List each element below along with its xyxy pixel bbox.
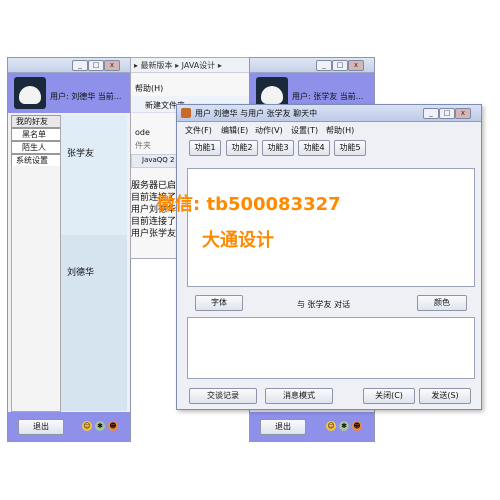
face-icon: ☻ [352, 421, 362, 431]
friend-list: 张学友 刘德华 [60, 115, 127, 411]
user-label: 用户: 张学友 当前... [292, 92, 364, 101]
smile-icon: ☺ [326, 421, 336, 431]
second-bottom-bar: 退出 ☺ ✱ ☻ [250, 412, 374, 441]
chat-title: 用户 刘德华 与用户 张学友 聊天中 [195, 109, 318, 118]
close-button[interactable]: x [348, 60, 364, 71]
menu-bar: 文件(F) 编辑(E) 动作(V) 设置(T) 帮助(H) [185, 125, 475, 136]
message-input[interactable] [187, 317, 475, 379]
close-chat-button[interactable]: 关闭(C) [363, 388, 415, 404]
close-button[interactable]: x [104, 60, 120, 71]
user-label: 用户: 刘德华 当前... [50, 92, 122, 101]
menu-settings[interactable]: 设置(T) [291, 125, 318, 136]
breadcrumb[interactable]: ▸ 最新版本 ▸ JAVA设计 ▸ [134, 60, 222, 71]
exit-button[interactable]: 退出 [18, 419, 64, 435]
column-header: ode [135, 128, 150, 137]
minimize-button[interactable]: _ [72, 60, 88, 71]
exit-button[interactable]: 退出 [260, 419, 306, 435]
friend-item[interactable]: 刘德华 [67, 265, 94, 278]
tab-label: 系统设置 [16, 156, 48, 165]
breadcrumb-bar: ▸ 最新版本 ▸ JAVA设计 ▸ [131, 58, 249, 73]
function-1-button[interactable]: 功能1 [189, 140, 221, 156]
login-header: 用户: 刘德华 当前... [8, 73, 130, 113]
avatar [14, 77, 46, 109]
login-window: _ □ x 用户: 刘德华 当前... 我的好友 黑名单 陌生人 系统设置 张学… [7, 57, 131, 442]
font-button[interactable]: 字体 [195, 295, 243, 311]
tools-icon: ✱ [95, 421, 105, 431]
console-tab-label: JavaQQ 2 [142, 156, 175, 164]
left-panel [11, 166, 61, 412]
menu-file[interactable]: 文件(F) [185, 125, 212, 136]
maximize-button[interactable]: □ [332, 60, 348, 71]
send-button[interactable]: 发送(S) [419, 388, 471, 404]
menu-action[interactable]: 动作(V) [255, 125, 283, 136]
friend-item[interactable]: 张学友 [67, 146, 94, 159]
menu-edit[interactable]: 编辑(E) [221, 125, 248, 136]
friend-item-highlight [61, 115, 127, 235]
tab-strangers[interactable]: 陌生人 [11, 141, 61, 154]
java-icon [181, 108, 191, 118]
smile-icon: ☺ [82, 421, 92, 431]
function-4-button[interactable]: 功能4 [298, 140, 330, 156]
file-type: 件夹 [135, 141, 151, 150]
menu-help[interactable]: 帮助(H) [135, 83, 163, 94]
tab-label: 黑名单 [22, 130, 46, 139]
second-titlebar: _ □ x [250, 58, 374, 73]
chat-window: 用户 刘德华 与用户 张学友 聊天中 _ □ x 文件(F) 编辑(E) 动作(… [176, 104, 482, 410]
tab-label: 陌生人 [22, 143, 46, 152]
color-button[interactable]: 颜色 [417, 295, 467, 311]
conversation-label: 与 张学友 对话 [297, 300, 351, 309]
close-button[interactable]: x [455, 108, 471, 119]
face-icon: ☻ [108, 421, 118, 431]
tab-label: 我的好友 [16, 117, 48, 126]
maximize-button[interactable]: □ [439, 108, 455, 119]
function-3-button[interactable]: 功能3 [262, 140, 294, 156]
avatar-face-icon [261, 86, 283, 104]
watermark-line-2: 大通设计 [202, 230, 274, 251]
chat-history-button[interactable]: 交谈记录 [189, 388, 257, 404]
function-2-button[interactable]: 功能2 [226, 140, 258, 156]
login-titlebar: _ □ x [8, 58, 130, 73]
minimize-button[interactable]: _ [423, 108, 439, 119]
login-bottom-bar: 退出 ☺ ✱ ☻ [8, 412, 130, 441]
watermark-line-1: 微信: tb500083327 [157, 194, 341, 215]
function-5-button[interactable]: 功能5 [334, 140, 366, 156]
maximize-button[interactable]: □ [88, 60, 104, 71]
avatar-face-icon [19, 86, 41, 104]
message-mode-button[interactable]: 消息模式 [265, 388, 333, 404]
minimize-button[interactable]: _ [316, 60, 332, 71]
chat-titlebar: 用户 刘德华 与用户 张学友 聊天中 _ □ x [177, 105, 481, 122]
tab-my-friends[interactable]: 我的好友 [11, 115, 61, 128]
tab-blacklist[interactable]: 黑名单 [11, 128, 61, 141]
menu-help[interactable]: 帮助(H) [326, 125, 354, 136]
tools-icon: ✱ [339, 421, 349, 431]
